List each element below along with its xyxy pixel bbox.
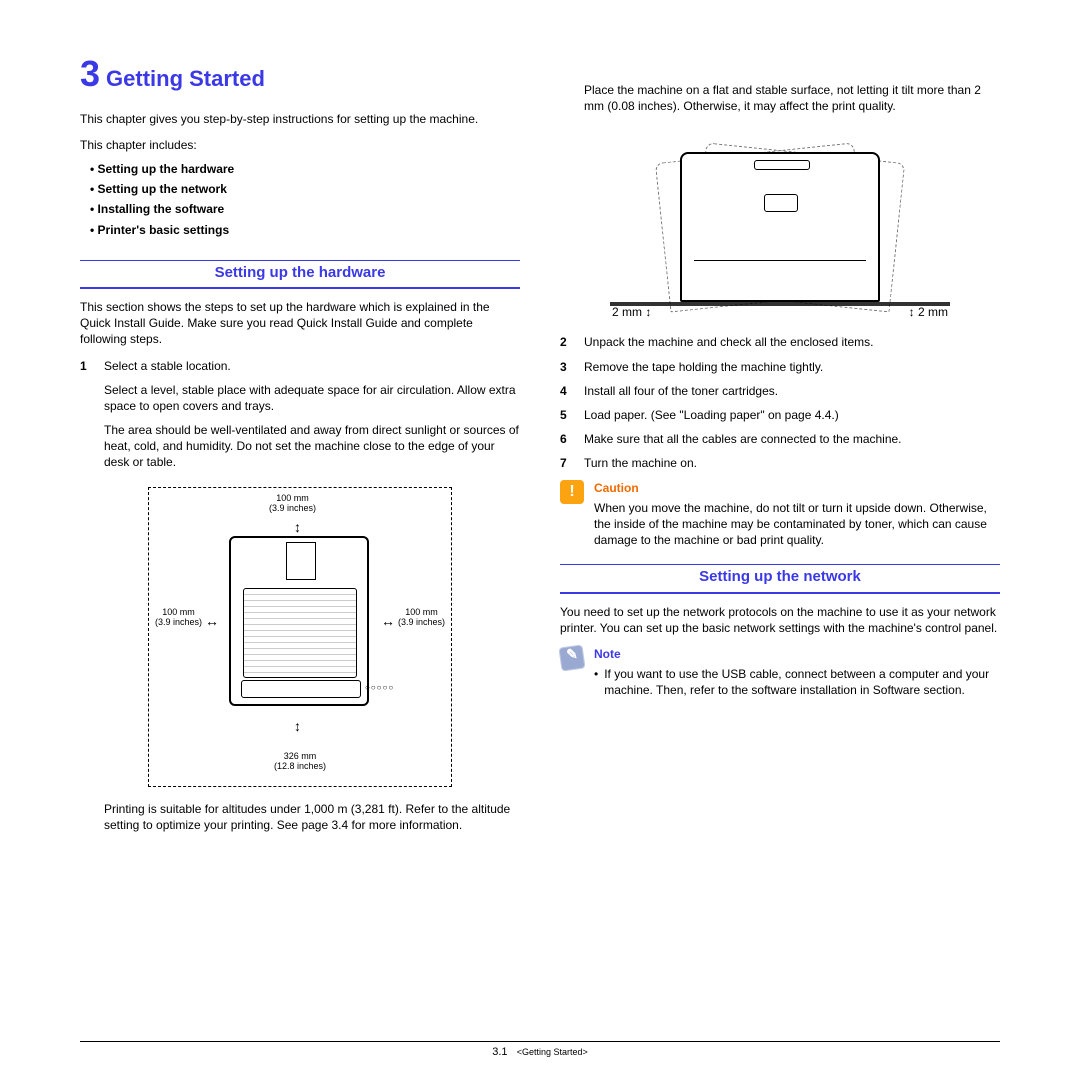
altitude-note: Printing is suitable for altitudes under… [80,801,520,841]
step-3: 3Remove the tape holding the machine tig… [560,359,1000,375]
toc-item: Setting up the hardware [90,161,520,177]
mm-right: ↕ 2 mm [909,304,948,320]
step1-line1: Select a stable location. [104,358,520,374]
toc-item: Setting up the network [90,181,520,197]
hw-intro: This section shows the steps to set up t… [80,299,520,348]
chapter-intro: This chapter gives you step-by-step inst… [80,111,520,127]
caution-callout: ! Caution When you move the machine, do … [560,480,1000,549]
fig1-top-label: 100 mm (3.9 inches) [269,494,316,514]
right-column: Place the machine on a flat and stable s… [560,50,1000,990]
toc-list: Setting up the hardware Setting up the n… [80,161,520,238]
step-4: 4Install all four of the toner cartridge… [560,383,1000,399]
step-body: Select a stable location. Select a level… [104,358,520,479]
section-heading-network: Setting up the network [560,564,1000,593]
step-7: 7Turn the machine on. [560,455,1000,471]
step-1: 1 Select a stable location. Select a lev… [80,358,520,479]
includes-label: This chapter includes: [80,137,520,153]
note-icon: ✎ [558,644,585,671]
left-column: 3 Getting Started This chapter gives you… [80,50,520,990]
altitude-text: Printing is suitable for altitudes under… [104,801,520,833]
note-body: If you want to use the USB cable, connec… [604,666,1000,698]
step-number: 1 [80,358,94,479]
step-5: 5Load paper. (See "Loading paper" on pag… [560,407,1000,423]
section-heading-hardware: Setting up the hardware [80,260,520,289]
page-number: 3.1 [492,1046,507,1058]
chapter-heading: 3 Getting Started [80,50,520,99]
tilt-text: Place the machine on a flat and stable s… [584,82,1000,114]
page-footer: 3.1 <Getting Started> [80,1041,1000,1058]
fig1-right-label: 100 mm (3.9 inches) [398,608,445,628]
tilt-warning: Place the machine on a flat and stable s… [560,82,1000,122]
caution-icon: ! [560,480,584,504]
toc-item: Printer's basic settings [90,222,520,238]
fig1-left-label: 100 mm (3.9 inches) [155,608,202,628]
caution-title: Caution [594,480,1000,496]
step-6: 6Make sure that all the cables are conne… [560,431,1000,447]
printer-front-icon [680,152,880,302]
chapter-number: 3 [80,50,100,99]
fig1-bottom-label: 326 mm (12.8 inches) [274,752,326,772]
step1-line2: Select a level, stable place with adequa… [104,382,520,414]
tilt-diagram: 2 mm ↕ ↕ 2 mm [610,130,950,320]
net-intro: You need to set up the network protocols… [560,604,1000,636]
footer-title: <Getting Started> [517,1047,588,1057]
clearance-diagram: ○○○○○ 100 mm (3.9 inches) ↕ 100 mm (3.9 … [148,487,452,787]
step-2: 2Unpack the machine and check all the en… [560,334,1000,350]
note-title: Note [594,646,1000,662]
printer-top-icon: ○○○○○ [229,536,369,706]
step1-line3: The area should be well-ventilated and a… [104,422,520,471]
caution-body: When you move the machine, do not tilt o… [594,500,1000,549]
toc-item: Installing the software [90,201,520,217]
mm-left: 2 mm ↕ [612,304,651,320]
note-callout: ✎ Note If you want to use the USB cable,… [560,646,1000,699]
chapter-title: Getting Started [106,64,265,94]
